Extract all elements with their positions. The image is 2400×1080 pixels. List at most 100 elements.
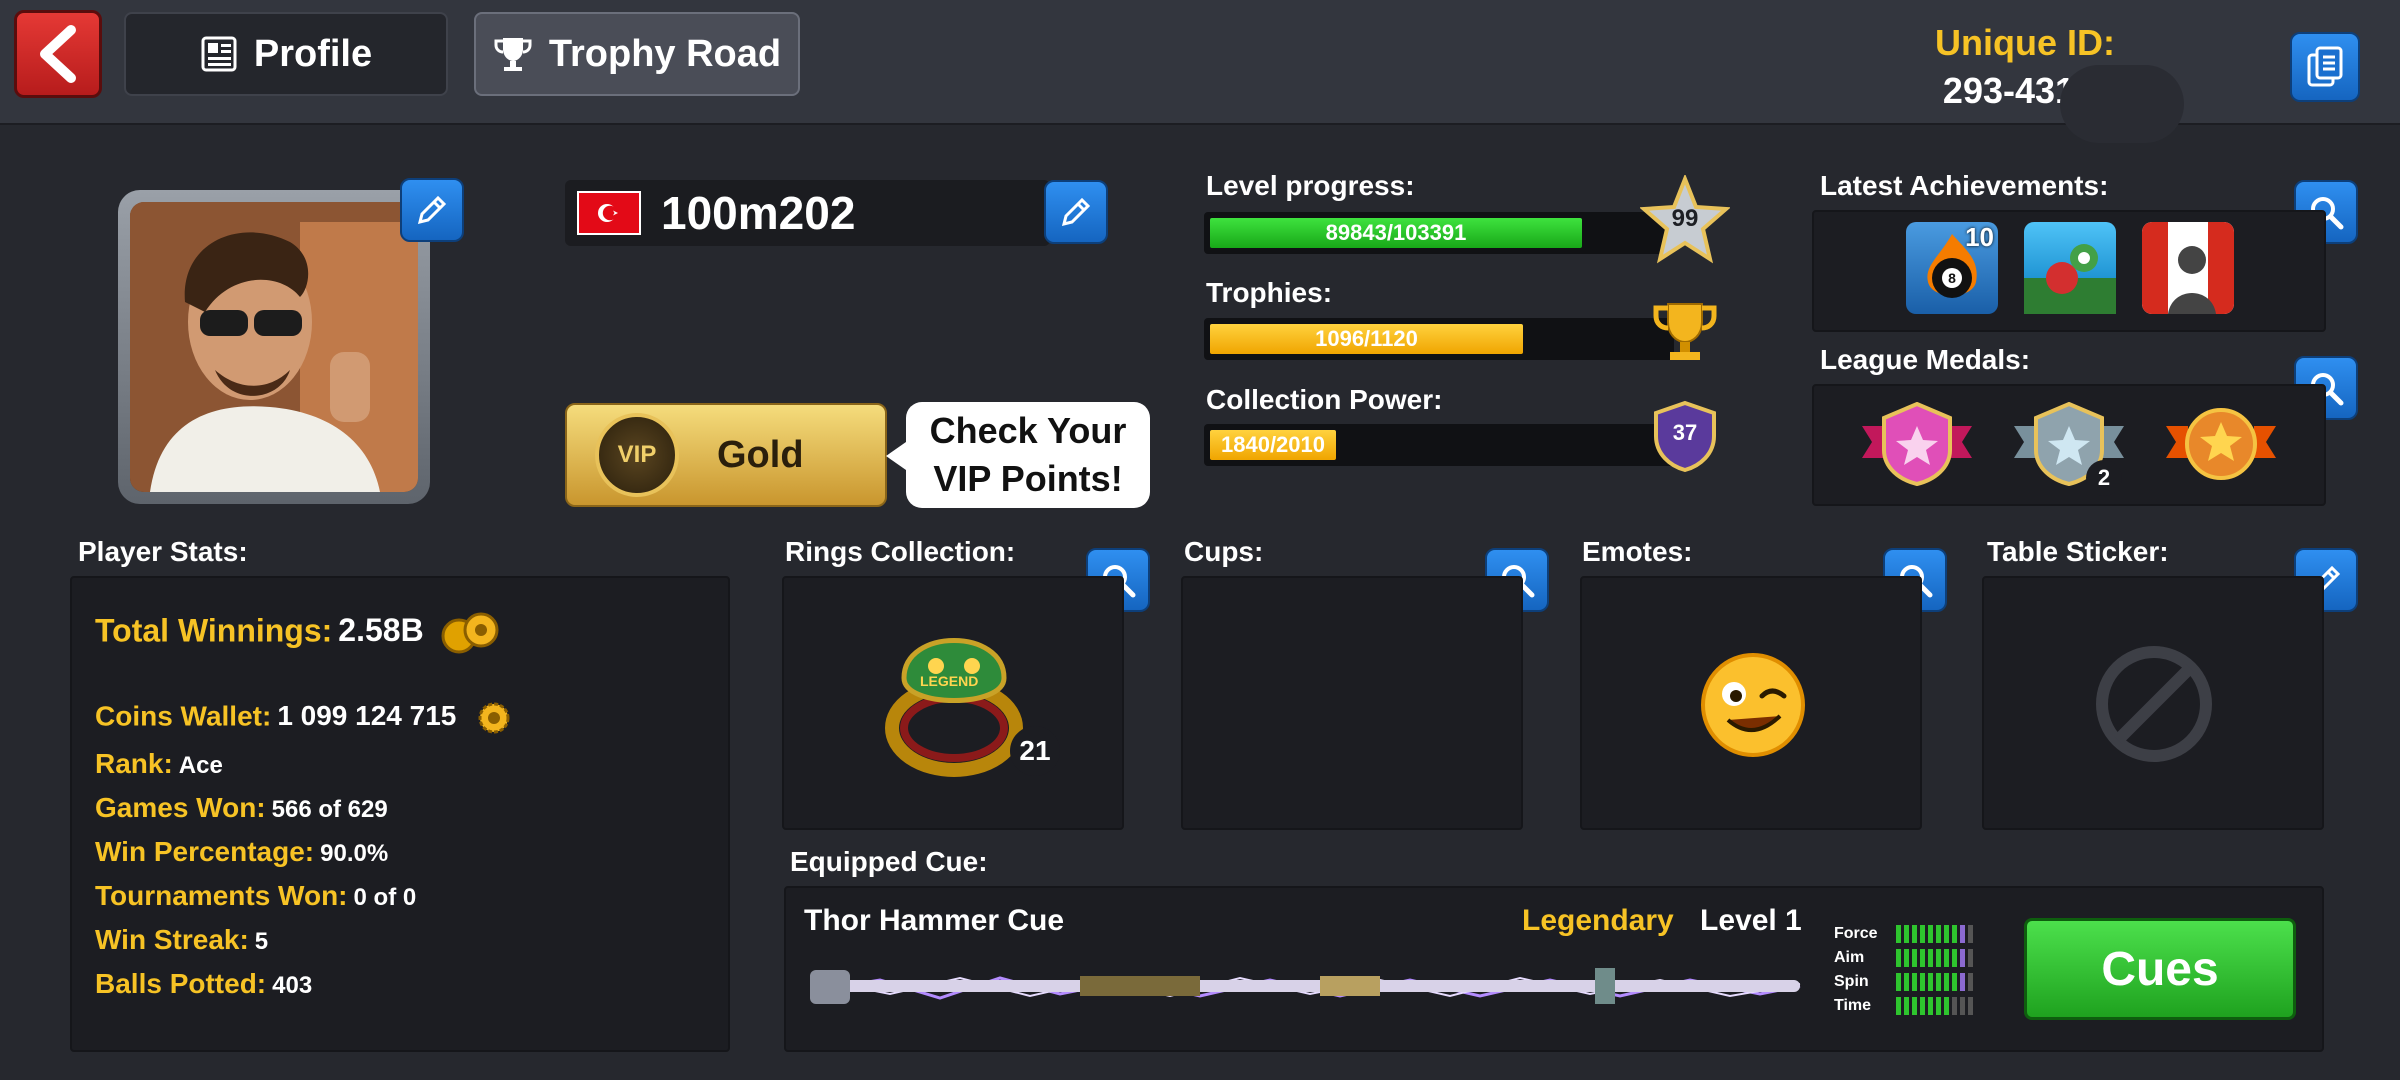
level-progress-label: Level progress: [1206, 170, 1415, 201]
unique-id-redaction [2060, 65, 2184, 143]
force-label: Force [1834, 925, 1878, 942]
spin-stat-bar [1896, 973, 1973, 991]
collection-power-level: 37 [1672, 420, 1698, 445]
copy-id-button[interactable] [2290, 32, 2360, 102]
fire-8-ball-icon[interactable]: 8 10 [1906, 222, 1998, 314]
aim-stat-bar [1896, 949, 1973, 967]
rank-value: Ace [178, 752, 223, 779]
edit-name-button[interactable] [1044, 180, 1108, 244]
thor-hammer-cue-icon[interactable] [800, 950, 1810, 1020]
svg-text:8: 8 [1948, 270, 1956, 286]
collection-power-bar: 1840/2010 [1204, 424, 1674, 466]
trophies-label: Trophies: [1206, 277, 1333, 308]
trophy-icon [494, 38, 532, 71]
avatar-portrait-icon [130, 202, 418, 492]
tab-trophy-road-label: Trophy Road [548, 32, 782, 75]
avatar[interactable] [130, 202, 418, 492]
turkey-flag-icon [577, 191, 641, 235]
level-number: 99 [1671, 205, 1699, 232]
gold-medal-icon[interactable] [2166, 402, 2276, 486]
cues-button-label: Cues [2101, 942, 2219, 996]
vip-points-text: Check Your VIP Points! [929, 410, 1127, 499]
balls-potted-label: Balls Potted: [95, 968, 267, 999]
win-percentage-value: 90.0% [320, 840, 389, 867]
pool-ball-icon[interactable] [2024, 222, 2116, 314]
unique-id-label: Unique ID: [1935, 22, 2115, 63]
latest-achievements-label: Latest Achievements: [1820, 170, 2109, 201]
total-winnings-value: 2.58B [338, 612, 424, 649]
vip-tier-label: Gold [717, 433, 804, 476]
rank-label: Rank: [95, 748, 173, 779]
cups-panel[interactable] [1181, 576, 1523, 830]
coin-stack-icon [441, 612, 499, 654]
balls-potted-row: Balls Potted: 403 [95, 968, 312, 1000]
level-progress-bar: 89843/103391 [1204, 212, 1674, 254]
edit-avatar-button[interactable] [400, 178, 464, 242]
rings-panel[interactable]: LEGEND 21 [782, 576, 1124, 830]
achievements-panel: 8 10 [1812, 210, 2326, 332]
ring-engraving: LEGEND [920, 673, 979, 689]
balls-potted-value: 403 [272, 972, 313, 999]
pink-medal-icon[interactable] [1862, 401, 1972, 487]
pencil-icon [417, 195, 447, 225]
table-sticker-label: Table Sticker: [1987, 536, 2169, 567]
player-name: 100m202 [661, 187, 856, 239]
tournaments-won-value: 0 of 0 [353, 884, 417, 911]
cups-label: Cups: [1184, 536, 1264, 567]
tournaments-won-label: Tournaments Won: [95, 880, 348, 911]
aim-label: Aim [1834, 949, 1865, 966]
level-star-icon: 99 [1639, 173, 1731, 265]
back-button[interactable] [14, 10, 102, 98]
silver-medal-count: 2 [2086, 460, 2122, 496]
player-stats-label: Player Stats: [78, 536, 248, 567]
vip-points-bubble[interactable]: Check Your VIP Points! [886, 402, 1150, 508]
emotes-panel[interactable] [1580, 576, 1922, 830]
rings-collection-label: Rings Collection: [785, 536, 1016, 567]
player-name-box: 100m202 [565, 180, 1050, 246]
spin-label: Spin [1834, 973, 1869, 990]
collection-power-label: Collection Power: [1206, 384, 1443, 415]
silver-medal-icon[interactable]: 2 [2014, 401, 2124, 496]
winking-emoji-icon [1701, 653, 1805, 757]
total-winnings-row: Total Winnings: 2.58B [95, 610, 507, 656]
equipped-cue-label: Equipped Cue: [790, 846, 988, 877]
cue-name: Thor Hammer Cue [804, 904, 1065, 937]
trophies-bar: 1096/1120 [1204, 318, 1674, 360]
back-arrow-icon [40, 25, 76, 83]
canada-flag-icon[interactable] [2142, 222, 2234, 314]
achievement-count: 10 [1965, 222, 1994, 252]
vip-badge-icon: VIP [595, 413, 679, 497]
ring-count: 21 [1010, 726, 1060, 776]
vip-badge-text: VIP [617, 441, 657, 468]
pencil-icon [1061, 197, 1091, 227]
collection-power-text: 1840/2010 [1221, 432, 1325, 457]
table-sticker-panel[interactable] [1982, 576, 2324, 830]
win-streak-label: Win Streak: [95, 924, 249, 955]
time-stat-bar [1896, 997, 1973, 1015]
vip-button[interactable]: VIP Gold [565, 403, 887, 507]
win-streak-row: Win Streak: 5 [95, 924, 268, 956]
none-prohibited-icon [2096, 646, 2212, 762]
tournaments-won-row: Tournaments Won: 0 of 0 [95, 880, 416, 912]
profile-card-icon [201, 36, 237, 72]
league-medals-panel: 2 [1812, 384, 2326, 506]
copy-icon [2307, 46, 2343, 87]
level-progress-text: 89843/103391 [1325, 220, 1467, 245]
tab-trophy-road[interactable]: Trophy Road [474, 12, 800, 96]
avatar-frame [118, 190, 430, 504]
coins-wallet-value: 1 099 124 715 [277, 700, 457, 732]
force-stat-bar [1896, 925, 1973, 943]
emotes-label: Emotes: [1582, 536, 1693, 567]
win-streak-value: 5 [254, 928, 269, 955]
games-won-label: Games Won: [95, 792, 266, 823]
tab-profile[interactable]: Profile [124, 12, 448, 96]
games-won-value: 566 of 629 [271, 796, 388, 823]
gold-trophy-icon [1648, 300, 1722, 364]
rank-row: Rank: Ace [95, 748, 223, 780]
cues-button[interactable]: Cues [2024, 918, 2296, 1020]
cue-rarity: Legendary [1522, 904, 1674, 937]
tab-profile-label: Profile [253, 32, 373, 75]
coins-wallet-label: Coins Wallet: [95, 700, 272, 732]
coins-wallet-row: Coins Wallet: 1 099 124 715 [95, 700, 512, 736]
cue-level: Level 1 [1700, 904, 1802, 937]
